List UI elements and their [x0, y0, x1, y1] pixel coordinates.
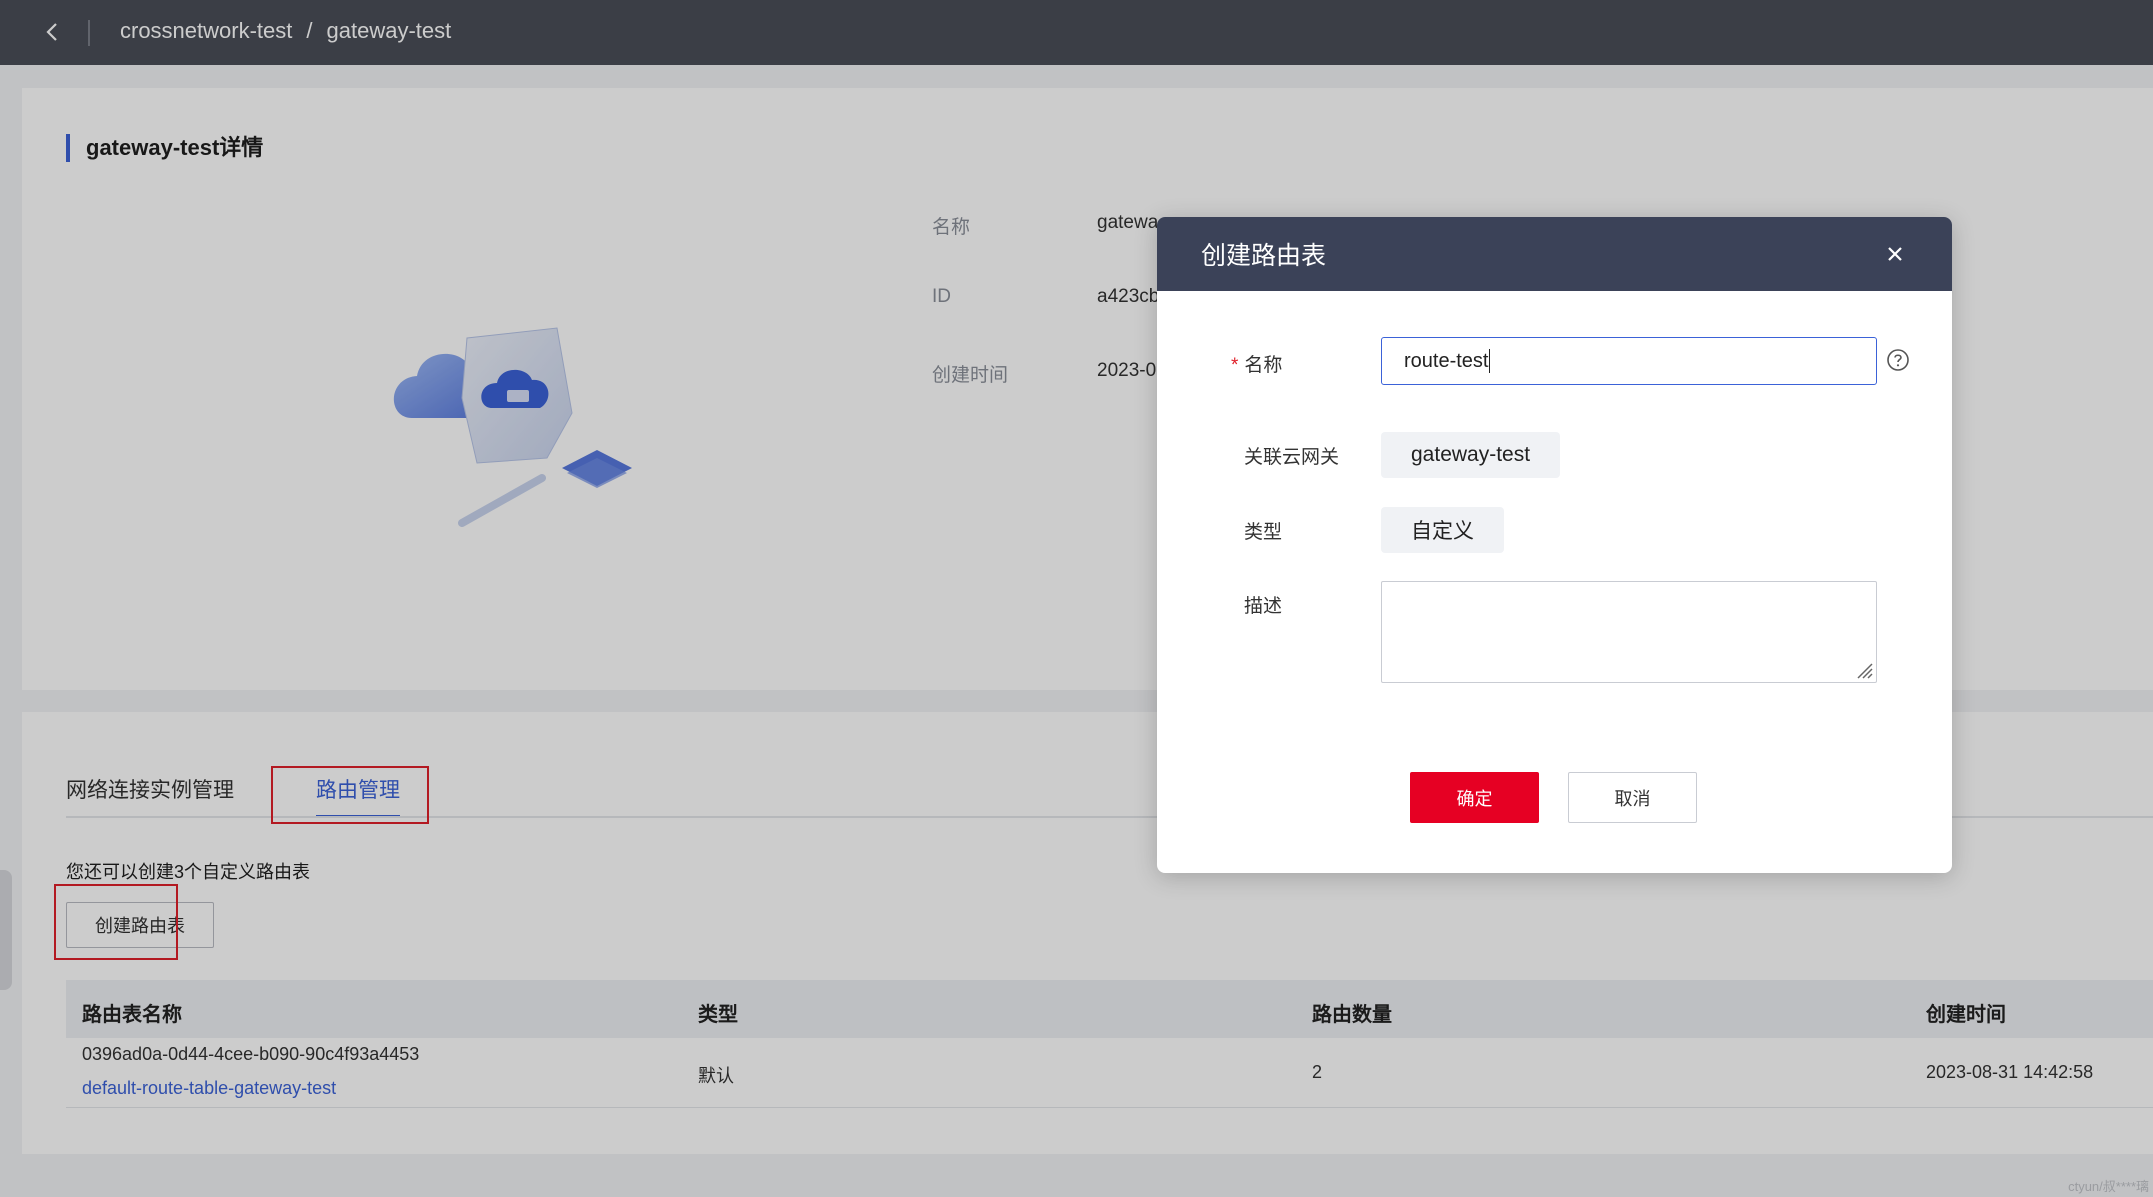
type-field-label: 类型: [1244, 522, 1283, 543]
description-field-label: 描述: [1244, 596, 1283, 617]
close-icon[interactable]: [1882, 241, 1908, 267]
watermark: ctyun/叔****璃: [2068, 1179, 2149, 1194]
text-caret: [1489, 349, 1491, 373]
dialog-header: 创建路由表: [1157, 217, 1952, 291]
required-mark: *: [1231, 355, 1239, 376]
name-input-value: route-test: [1404, 349, 1489, 372]
cancel-button[interactable]: 取消: [1568, 772, 1697, 823]
gateway-value-tag: gateway-test: [1381, 432, 1561, 478]
dialog-title: 创建路由表: [1201, 242, 1327, 270]
name-field-label: * 名称: [1231, 350, 1282, 377]
name-label-text: 名称: [1244, 355, 1283, 376]
name-input[interactable]: route-test: [1381, 337, 1877, 385]
help-icon[interactable]: [1885, 347, 1911, 373]
modal-backdrop-top: [0, 0, 2153, 65]
description-textarea[interactable]: [1381, 581, 1877, 683]
type-value-tag: 自定义: [1381, 507, 1504, 553]
gateway-field-label: 关联云网关: [1244, 447, 1340, 468]
confirm-button[interactable]: 确定: [1410, 772, 1539, 823]
resize-grip-icon[interactable]: [1852, 658, 1874, 680]
create-route-table-dialog: 创建路由表 * 名称 route-test 关联云网关 gateway-test …: [1157, 217, 1952, 873]
